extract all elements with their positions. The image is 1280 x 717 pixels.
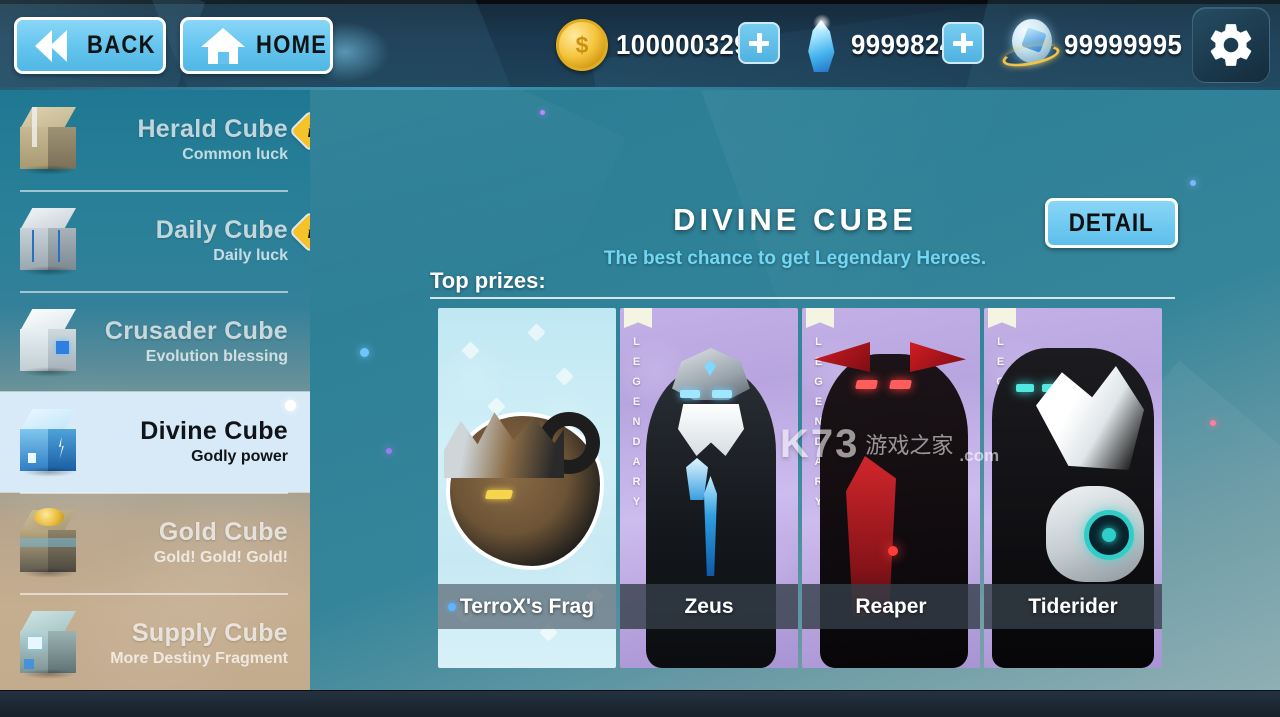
- cube-detail-panel: DIVINE CUBE The best chance to get Legen…: [310, 90, 1280, 690]
- sidebar-item-subtitle: More Destiny Fragment: [110, 649, 288, 667]
- sidebar-item-subtitle: Gold! Gold! Gold!: [153, 548, 288, 566]
- sidebar-item-text: Daily Cube Daily luck: [86, 217, 310, 264]
- top-prizes-label: Top prizes:: [430, 268, 546, 293]
- prize-card-terrox-frag[interactable]: TerroX's Frag: [438, 308, 616, 668]
- currency-orb-value: 99999995: [1064, 29, 1183, 60]
- double-chevron-left-icon: [35, 29, 77, 62]
- rarity-dot-icon: [448, 602, 456, 611]
- particle-decor: [1210, 420, 1216, 426]
- sidebar-item-title: Daily Cube: [155, 216, 288, 245]
- sidebar-item-subtitle: Godly power: [191, 447, 288, 465]
- sidebar-item-subtitle: Daily luck: [213, 246, 288, 264]
- prize-name-banner: Reaper: [802, 584, 980, 629]
- particle-decor: [386, 448, 392, 454]
- home-icon: [201, 27, 246, 64]
- home-button-label: HOME: [256, 31, 328, 59]
- game-screen: BACK HOME 100000329 99998249 99: [0, 0, 1280, 717]
- currency-orb[interactable]: 99999995: [1000, 0, 1193, 90]
- back-button[interactable]: BACK: [14, 17, 166, 74]
- info-badge-label: i: [307, 221, 310, 242]
- prize-name: Reaper: [855, 594, 927, 618]
- back-button-label: BACK: [87, 31, 156, 59]
- gear-icon: [1210, 24, 1252, 66]
- currency-gold[interactable]: 100000329: [556, 0, 761, 90]
- sidebar-item-daily-cube[interactable]: Daily Cube Daily luck i: [0, 191, 310, 291]
- sidebar-list[interactable]: Herald Cube Common luck i Daily Cube Dai…: [0, 90, 310, 690]
- crusader-cube-icon: [12, 305, 86, 379]
- prize-card-tiderider[interactable]: L E G E N D A R Y Tiderider: [984, 308, 1162, 668]
- blue-crystal-icon: [797, 14, 847, 74]
- sidebar-item-herald-cube[interactable]: Herald Cube Common luck i: [0, 90, 310, 190]
- particle-decor: [360, 348, 369, 357]
- particle-decor: [540, 110, 545, 115]
- divine-cube-icon: [12, 405, 86, 479]
- sidebar-item-title: Crusader Cube: [104, 317, 288, 346]
- sidebar-item-text: Crusader Cube Evolution blessing: [86, 318, 310, 365]
- supply-cube-icon: [12, 607, 86, 681]
- top-prizes-divider: [430, 297, 1175, 299]
- gold-cube-icon: [12, 506, 86, 580]
- sidebar-item-gold-cube[interactable]: Gold Cube Gold! Gold! Gold!: [0, 493, 310, 593]
- prize-name: Tiderider: [1028, 594, 1118, 618]
- sidebar-item-subtitle: Common luck: [182, 145, 288, 163]
- sidebar-item-text: Gold Cube Gold! Gold! Gold!: [86, 519, 310, 566]
- sidebar-item-text: Divine Cube Godly power: [86, 418, 310, 465]
- info-badge-label: i: [307, 120, 310, 141]
- particle-decor: [1190, 180, 1196, 186]
- prize-name-banner: Tiderider: [984, 584, 1162, 629]
- sidebar-item-subtitle: Evolution blessing: [145, 347, 288, 365]
- home-button[interactable]: HOME: [180, 17, 333, 74]
- prize-name: TerroX's Frag: [459, 594, 595, 618]
- prize-name: Zeus: [684, 594, 734, 618]
- sidebar-item-crusader-cube[interactable]: Crusader Cube Evolution blessing: [0, 292, 310, 392]
- selected-indicator-dot: [285, 400, 296, 411]
- currency-gold-value: 100000329: [616, 29, 750, 60]
- prize-card-list: TerroX's Frag L E G E N D A R Y Zeus L E…: [438, 308, 1166, 668]
- orb-planet-icon: [1000, 15, 1062, 75]
- prize-card-zeus[interactable]: L E G E N D A R Y Zeus: [620, 308, 798, 668]
- add-gold-button[interactable]: [738, 22, 780, 64]
- sidebar-item-text: Herald Cube Common luck: [86, 116, 310, 163]
- sidebar-item-supply-cube[interactable]: Supply Cube More Destiny Fragment: [0, 594, 310, 690]
- cube-type-sidebar[interactable]: Herald Cube Common luck i Daily Cube Dai…: [0, 90, 310, 690]
- sidebar-item-text: Supply Cube More Destiny Fragment: [86, 620, 310, 667]
- detail-button[interactable]: DETAIL: [1045, 198, 1178, 248]
- prize-name-banner: TerroX's Frag: [438, 584, 616, 629]
- sidebar-item-divine-cube[interactable]: Divine Cube Godly power: [0, 392, 310, 492]
- sidebar-item-title: Divine Cube: [140, 417, 288, 446]
- detail-button-label: DETAIL: [1069, 208, 1154, 237]
- page-subtitle: The best chance to get Legendary Heroes.: [603, 248, 987, 269]
- add-gem-button[interactable]: [942, 22, 984, 64]
- sidebar-item-title: Supply Cube: [131, 619, 288, 648]
- settings-button[interactable]: [1192, 7, 1270, 83]
- prize-card-reaper[interactable]: L E G E N D A R Y Reaper: [802, 308, 980, 668]
- top-header-bar: BACK HOME 100000329 99998249 99: [0, 0, 1280, 90]
- screen-footer-bar: [0, 690, 1280, 717]
- sidebar-item-title: Herald Cube: [137, 115, 288, 144]
- gold-coin-icon: [556, 19, 608, 71]
- herald-cube-icon: [12, 103, 86, 177]
- prize-name-banner: Zeus: [620, 584, 798, 629]
- daily-cube-icon: [12, 204, 86, 278]
- sidebar-item-title: Gold Cube: [158, 518, 288, 547]
